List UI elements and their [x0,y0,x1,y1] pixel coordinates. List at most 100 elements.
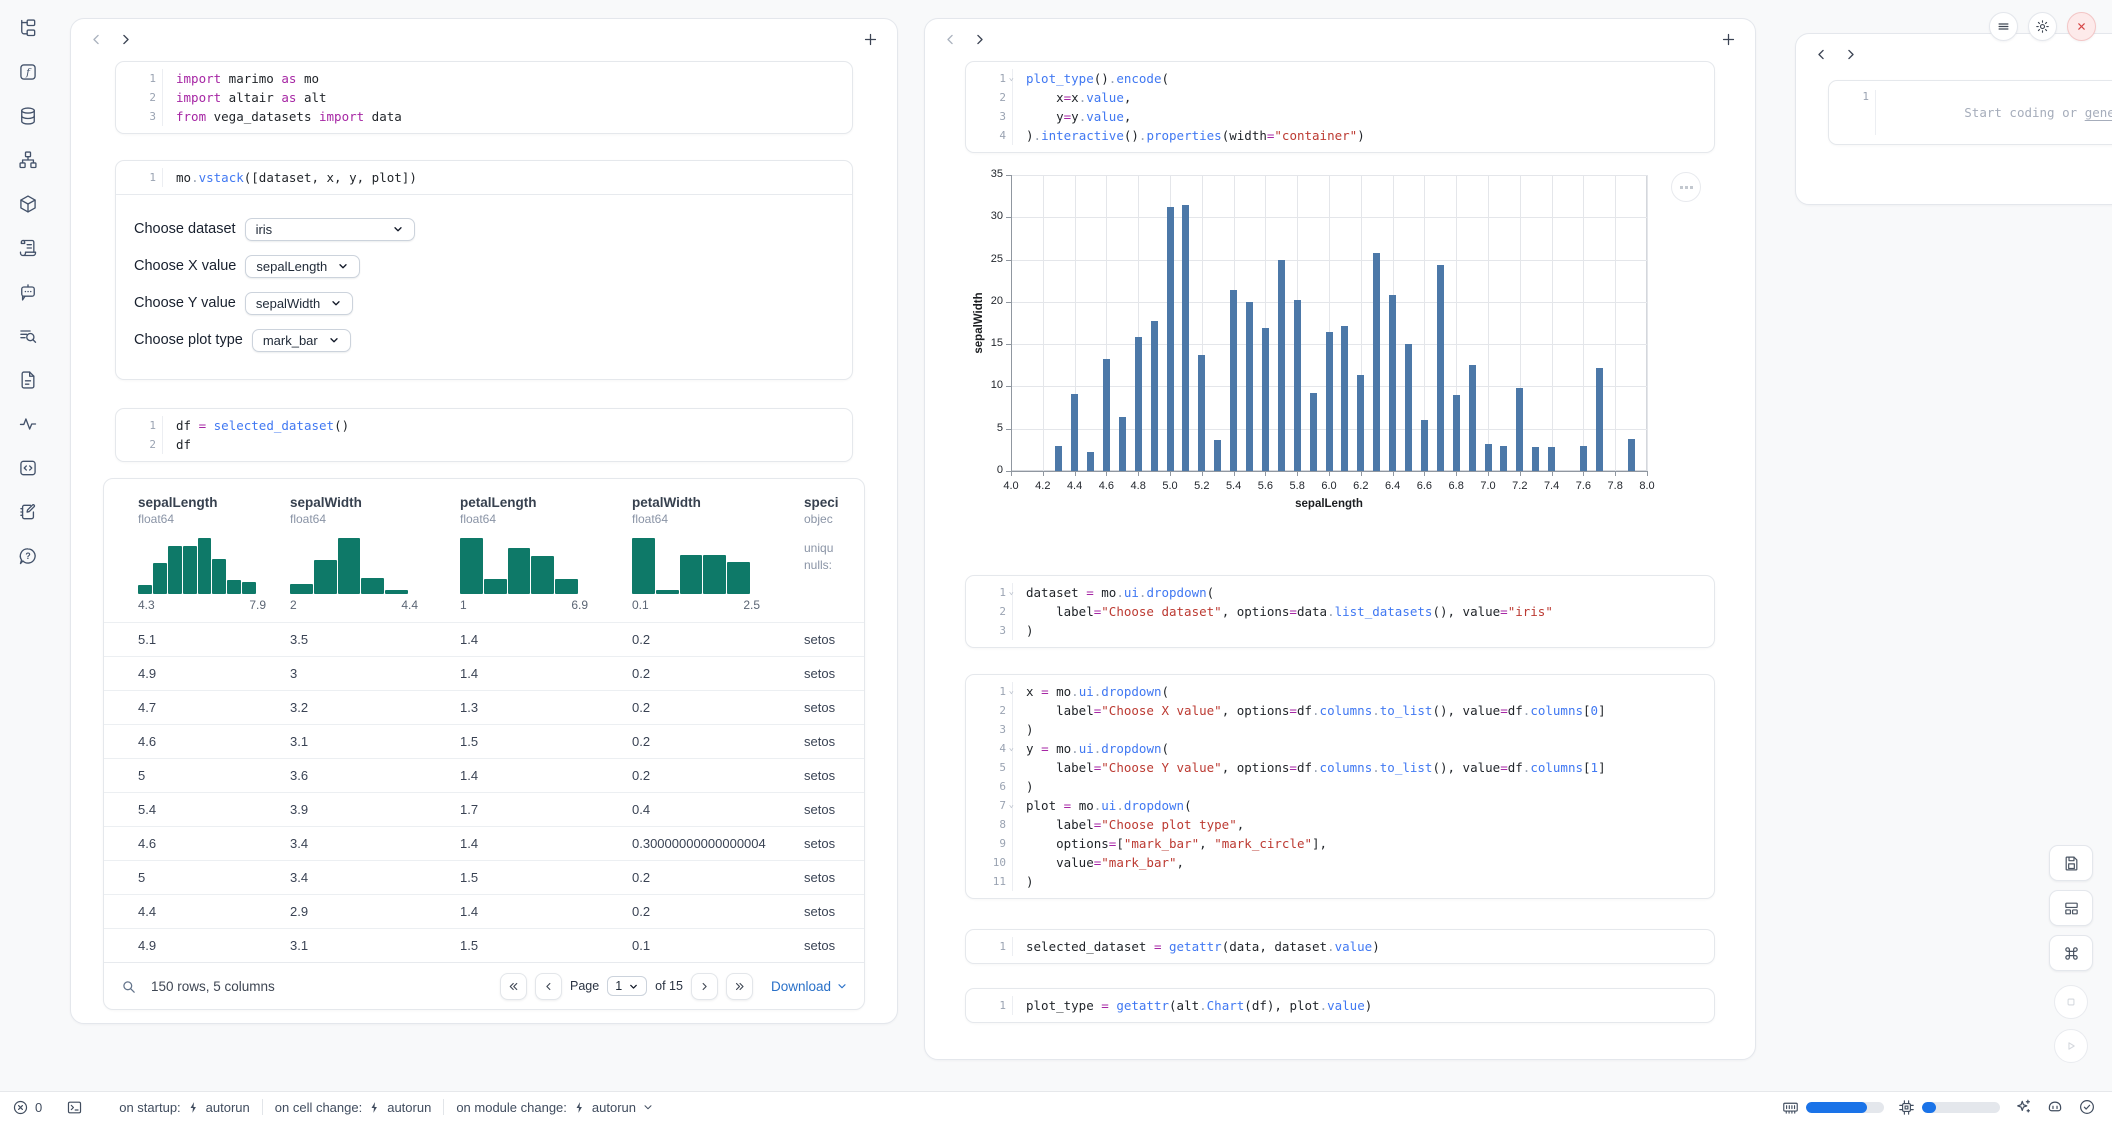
command-shortcuts-icon[interactable] [2049,935,2093,971]
sidebar-item-datasources[interactable] [14,102,42,130]
save-icon[interactable] [2049,845,2093,881]
sidebar-item-dependency-graph[interactable] [14,146,42,174]
code-line[interactable]: label="Choose dataset", options=data.lis… [1012,602,1714,621]
sidebar-item-snippets[interactable] [14,366,42,394]
code-line[interactable]: value="mark_bar", [1012,853,1714,872]
table-row: 4.931.40.2setos [104,656,864,690]
last-page-button[interactable] [726,973,753,1000]
on-cell-change-setting[interactable]: on cell change: autorun [263,1092,444,1122]
code-line[interactable]: label="Choose Y value", options=df.colum… [1012,758,1714,777]
copilot-icon[interactable] [2046,1098,2064,1116]
code-line[interactable]: ) [1012,872,1714,891]
code-line[interactable]: y = mo.ui.dropdown( [1012,739,1714,758]
code-line[interactable]: ).interactive().properties(width="contai… [1012,126,1714,145]
column-header[interactable]: sepalLengthfloat644.37.9 [138,495,290,612]
page-select[interactable]: 1 [607,976,647,996]
prev-page-button[interactable] [535,973,562,1000]
code-line[interactable]: mo.vstack([dataset, x, y, plot]) [162,168,852,187]
code-line[interactable]: from vega_datasets import data [162,107,852,126]
code-editor[interactable]: 1plot_type = getattr(alt.Chart(df), plot… [966,989,1714,1022]
code-line[interactable]: plot_type().encode( [1012,69,1714,88]
code-line[interactable]: df [162,435,852,454]
code-line[interactable]: label="Choose X value", options=df.colum… [1012,701,1714,720]
cell-selected-dataset: 1selected_dataset = getattr(data, datase… [965,929,1715,964]
code-line[interactable]: df = selected_dataset() [162,416,852,435]
code-line[interactable]: plot_type = getattr(alt.Chart(df), plot.… [1012,996,1714,1015]
stop-icon[interactable] [2054,985,2088,1019]
sidebar-item-file-explorer[interactable] [14,14,42,42]
sidebar-item-tracing[interactable] [14,410,42,438]
code-line[interactable]: ) [1012,621,1714,640]
sidebar-item-code-view[interactable] [14,454,42,482]
bar [1596,368,1603,471]
dropdown-select[interactable]: mark_bar [252,329,351,352]
code-editor[interactable]: 1selected_dataset = getattr(data, datase… [966,930,1714,963]
errors-indicator[interactable]: 0 [0,1092,54,1122]
fold-chevron-icon[interactable]: ⌄ [1009,69,1014,88]
layout-panels-icon[interactable] [2049,890,2093,926]
next-page-button[interactable] [691,973,718,1000]
add-cell-icon[interactable] [860,29,881,50]
dropdown-select[interactable]: sepalLength [245,255,360,278]
terminal-icon[interactable] [54,1092,95,1122]
sidebar-item-packages[interactable] [14,190,42,218]
fold-chevron-icon[interactable]: ⌄ [1009,796,1014,815]
on-module-change-setting[interactable]: on module change: autorun [444,1092,666,1122]
code-line[interactable]: ) [1012,777,1714,796]
chevron-left-icon[interactable] [941,30,960,49]
menu-icon[interactable] [1989,12,2018,41]
code-editor[interactable]: 1mo.vstack([dataset, x, y, plot]) [116,161,852,194]
chevron-left-icon[interactable] [1812,45,1831,64]
code-line[interactable]: x=x.value, [1012,88,1714,107]
ai-sparkles-icon[interactable] [2014,1098,2032,1116]
fold-chevron-icon[interactable]: ⌄ [1009,682,1014,701]
dropdown-select[interactable]: iris [245,218,415,241]
close-icon[interactable] [2067,12,2096,41]
on-startup-setting[interactable]: on startup: autorun [107,1092,262,1122]
code-editor[interactable]: 1⌄plot_type().encode(2 x=x.value,3 y=y.v… [966,62,1714,152]
code-line[interactable]: options=["mark_bar", "mark_circle"], [1012,834,1714,853]
code-editor[interactable]: 1df = selected_dataset()2df [116,409,852,461]
generate-link[interactable]: generate [2085,105,2112,120]
search-icon[interactable] [120,978,137,995]
code-line[interactable]: y=y.value, [1012,107,1714,126]
chevron-right-icon[interactable] [1841,45,1860,64]
code-line[interactable]: selected_dataset = getattr(data, dataset… [1012,937,1714,956]
settings-gear-icon[interactable] [2028,12,2057,41]
code-editor[interactable]: 1⌄x = mo.ui.dropdown(2 label="Choose X v… [966,675,1714,898]
chart-actions-icon[interactable] [1671,172,1701,202]
table-cell: 1.3 [460,700,632,715]
sidebar-item-help[interactable]: ? [14,542,42,570]
add-cell-icon[interactable] [1718,29,1739,50]
fold-chevron-icon[interactable]: ⌄ [1009,583,1014,602]
code-line[interactable]: import altair as alt [162,88,852,107]
code-line[interactable]: ) [1012,720,1714,739]
sidebar-item-functions[interactable]: f [14,58,42,86]
chevron-left-icon[interactable] [87,30,106,49]
sidebar-item-logs[interactable] [14,234,42,262]
sidebar-item-ai-chat[interactable] [14,278,42,306]
column-header[interactable]: petalLengthfloat6416.9 [460,495,632,612]
code-line[interactable]: dataset = mo.ui.dropdown( [1012,583,1714,602]
connection-status-icon[interactable] [2078,1098,2096,1116]
code-editor[interactable]: 1import marimo as mo2import altair as al… [116,62,852,133]
code-line[interactable]: x = mo.ui.dropdown( [1012,682,1714,701]
fold-chevron-icon[interactable]: ⌄ [1009,739,1014,758]
download-button[interactable]: Download [771,979,848,994]
code-line[interactable]: plot = mo.ui.dropdown( [1012,796,1714,815]
dropdown-select[interactable]: sepalWidth [245,292,353,315]
sidebar-item-outline-search[interactable] [14,322,42,350]
run-icon[interactable] [2054,1029,2088,1063]
first-page-button[interactable] [500,973,527,1000]
code-line[interactable]: label="Choose plot type", [1012,815,1714,834]
column-header[interactable]: sepalWidthfloat6424.4 [290,495,460,612]
code-line[interactable]: import marimo as mo [162,69,852,88]
column-header[interactable]: speciobjecuniqunulls: [804,495,864,612]
code-editor[interactable]: 1⌄dataset = mo.ui.dropdown(2 label="Choo… [966,576,1714,647]
code-editor-placeholder[interactable]: Start coding or generate with [1875,90,2112,135]
chevron-right-icon[interactable] [116,30,135,49]
column-header[interactable]: petalWidthfloat640.12.5 [632,495,804,612]
altair-bar-chart[interactable]: 4.04.24.44.64.85.05.25.45.65.86.06.26.46… [965,167,1705,545]
chevron-right-icon[interactable] [970,30,989,49]
sidebar-item-scratchpad[interactable] [14,498,42,526]
